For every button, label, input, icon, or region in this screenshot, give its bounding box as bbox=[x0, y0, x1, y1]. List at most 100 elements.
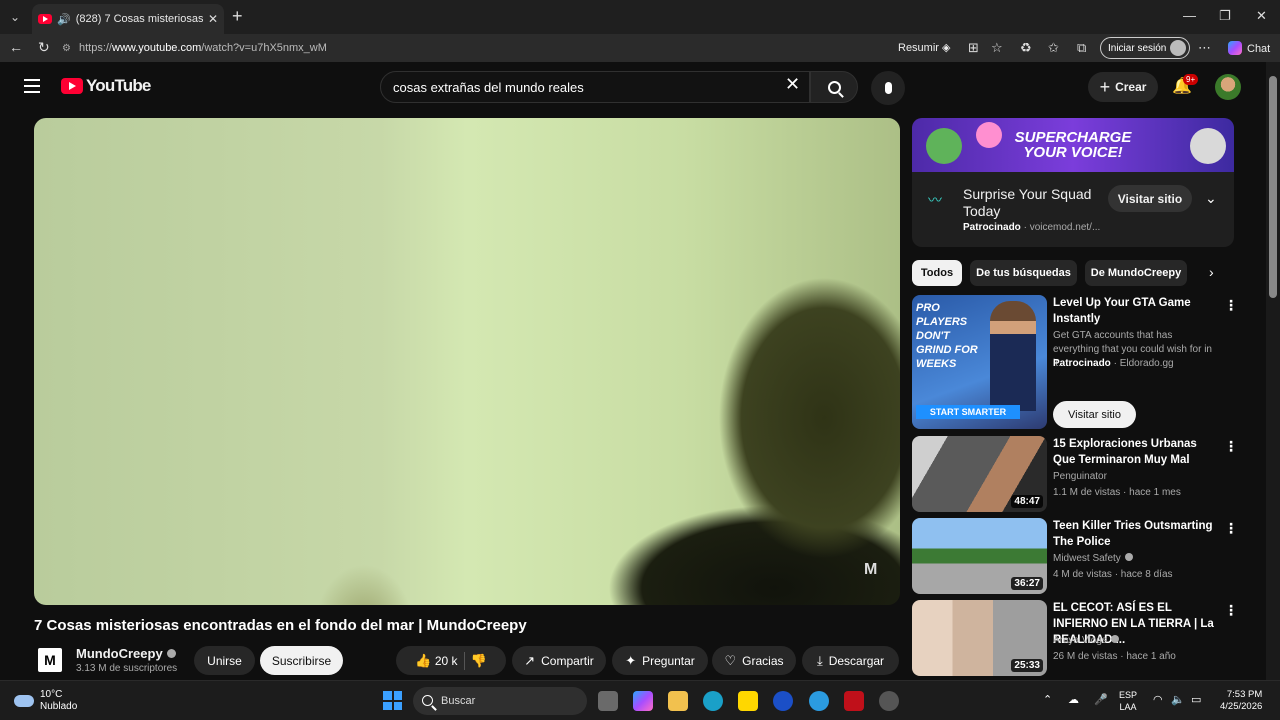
rec-channel-name: Midwest Safety bbox=[1053, 553, 1121, 564]
chevron-right-icon[interactable]: › bbox=[1209, 264, 1214, 280]
wifi-icon[interactable]: ◠ bbox=[1153, 693, 1163, 706]
more-vert-icon[interactable]: ⋮ bbox=[1224, 438, 1238, 455]
chip-from-searches[interactable]: De tus búsquedas bbox=[970, 260, 1077, 286]
video-player[interactable]: M bbox=[34, 118, 900, 605]
rec-thumbnail[interactable]: 48:47 bbox=[912, 436, 1047, 512]
hp-app-icon[interactable] bbox=[773, 691, 793, 711]
store-icon[interactable] bbox=[738, 691, 758, 711]
channel-watermark[interactable]: M bbox=[864, 561, 886, 581]
taskbar-search[interactable]: Buscar bbox=[413, 687, 587, 715]
recommendation-item[interactable]: 36:27 Teen Killer Tries Outsmarting The … bbox=[912, 518, 1238, 596]
edge-browser-icon[interactable] bbox=[703, 691, 723, 711]
rec-thumbnail[interactable]: PRO PLAYERS DON'T GRIND FOR WEEKS START … bbox=[912, 295, 1047, 429]
copilot-chat-button[interactable]: Chat bbox=[1228, 41, 1270, 55]
thanks-button[interactable]: ♡ Gracias bbox=[712, 646, 796, 675]
signin-button[interactable]: Iniciar sesión bbox=[1100, 37, 1190, 59]
recommendation-ad[interactable]: PRO PLAYERS DON'T GRIND FOR WEEKS START … bbox=[912, 295, 1238, 431]
mcafee-icon[interactable] bbox=[844, 691, 864, 711]
share-button[interactable]: ↗ Compartir bbox=[512, 646, 606, 675]
more-vert-icon[interactable]: ⋮ bbox=[1224, 520, 1238, 537]
thumbs-down-icon[interactable]: 👎 bbox=[471, 653, 487, 669]
onedrive-icon[interactable]: ☁ bbox=[1068, 693, 1079, 706]
video-actions-row: M MundoCreepy 3.13 M de suscriptores Uni… bbox=[34, 644, 900, 676]
system-clock[interactable]: 7:53 PM 4/25/2026 bbox=[1220, 689, 1262, 713]
recommendation-item[interactable]: 25:33 EL CECOT: ASÍ ES EL INFIERNO EN LA… bbox=[912, 600, 1238, 678]
tray-chevron-icon[interactable]: ⌃ bbox=[1043, 693, 1052, 706]
back-arrow-icon[interactable]: ← bbox=[9, 39, 23, 55]
chip-from-channel[interactable]: De MundoCreepy bbox=[1085, 260, 1187, 286]
like-button[interactable]: 👍 20 k bbox=[415, 653, 457, 669]
reload-icon[interactable]: ↻ bbox=[38, 39, 50, 56]
page-scrollbar[interactable] bbox=[1266, 62, 1280, 680]
summarize-button[interactable]: Resumir ◈ bbox=[898, 41, 950, 54]
task-view-icon[interactable] bbox=[598, 691, 618, 711]
tab-list-button[interactable]: ⌄ bbox=[0, 0, 30, 34]
ad-banner[interactable]: SUPERCHARGE YOUR VOICE! bbox=[912, 118, 1234, 172]
divider bbox=[463, 651, 465, 670]
youtube-logo[interactable]: YouTube bbox=[61, 76, 151, 96]
more-vert-icon[interactable]: ⋮ bbox=[1224, 602, 1238, 619]
ad-title[interactable]: Surprise Your Squad Today bbox=[963, 186, 1103, 220]
visit-site-button[interactable]: Visitar sitio bbox=[1108, 185, 1192, 212]
copilot-app-icon[interactable] bbox=[633, 691, 653, 711]
rec-channel[interactable]: Araya Vlogs bbox=[1053, 635, 1119, 646]
channel-avatar[interactable]: M bbox=[38, 648, 62, 672]
chip-all[interactable]: Todos bbox=[912, 260, 962, 286]
search-input[interactable]: cosas extrañas del mundo reales bbox=[380, 71, 810, 103]
rec-thumbnail[interactable]: 25:33 bbox=[912, 600, 1047, 676]
account-avatar[interactable] bbox=[1215, 74, 1241, 100]
voice-search-button[interactable] bbox=[871, 71, 905, 105]
join-button[interactable]: Unirse bbox=[194, 646, 255, 675]
volume-icon[interactable]: 🔈 bbox=[1171, 693, 1185, 706]
rec-meta: 26 M de vistas · hace 1 año bbox=[1053, 651, 1176, 662]
new-tab-button[interactable]: + bbox=[232, 6, 243, 27]
ask-button[interactable]: ✦ Preguntar bbox=[612, 646, 708, 675]
create-button[interactable]: + Crear bbox=[1088, 72, 1158, 102]
browser-essentials-icon[interactable]: ♻ bbox=[1020, 40, 1032, 56]
collections-icon[interactable]: ⧉ bbox=[1077, 40, 1086, 56]
thumb-text: PRO PLAYERS DON'T GRIND FOR WEEKS bbox=[916, 302, 978, 370]
ad-meta: Patrocinado · voicemod.net/... bbox=[963, 222, 1101, 233]
settings-gear-icon[interactable] bbox=[879, 691, 899, 711]
clear-search-icon[interactable]: ✕ bbox=[785, 74, 800, 95]
file-explorer-icon[interactable] bbox=[668, 691, 688, 711]
rec-title[interactable]: Level Up Your GTA Game Instantly bbox=[1053, 295, 1215, 327]
speaker-icon[interactable]: 🔊 bbox=[57, 13, 71, 26]
filter-chips: Todos De tus búsquedas De MundoCreepy › bbox=[912, 260, 1234, 288]
verified-icon bbox=[166, 649, 176, 658]
favorite-star-icon[interactable]: ☆ bbox=[991, 40, 1003, 56]
search-icon bbox=[827, 80, 841, 94]
search-button[interactable] bbox=[810, 71, 858, 103]
more-options-icon[interactable]: ⋯ bbox=[1198, 40, 1211, 56]
chevron-down-icon[interactable]: ⌄ bbox=[1205, 190, 1217, 207]
menu-icon[interactable] bbox=[24, 79, 40, 93]
sponsored-ad-card[interactable]: SUPERCHARGE YOUR VOICE! 〰 Surprise Your S… bbox=[912, 118, 1234, 247]
maximize-button[interactable]: ❐ bbox=[1219, 8, 1231, 24]
close-window-button[interactable]: ✕ bbox=[1256, 8, 1267, 24]
subscribe-button[interactable]: Suscribirse bbox=[260, 646, 343, 675]
close-tab-icon[interactable]: ✕ bbox=[208, 12, 218, 26]
weather-widget[interactable]: 10°C Nublado bbox=[14, 689, 77, 713]
microphone-tray-icon[interactable]: 🎤 bbox=[1094, 693, 1108, 706]
more-vert-icon[interactable]: ⋮ bbox=[1224, 297, 1238, 314]
input-language[interactable]: ESP LAA bbox=[1119, 689, 1137, 713]
clock-date: 4/25/2026 bbox=[1220, 701, 1263, 712]
rec-visit-site-button[interactable]: Visitar sitio bbox=[1053, 401, 1136, 428]
rec-title[interactable]: Teen Killer Tries Outsmarting The Police bbox=[1053, 518, 1215, 550]
browser-tab-youtube[interactable]: 🔊 (828) 7 Cosas misteriosas enc ✕ bbox=[32, 4, 224, 34]
recommendation-item[interactable]: 48:47 15 Exploraciones Urbanas Que Termi… bbox=[912, 436, 1238, 514]
app-available-icon[interactable]: ⊞ bbox=[968, 40, 979, 56]
rec-channel[interactable]: Midwest Safety bbox=[1053, 553, 1133, 564]
rec-channel[interactable]: Penguinator bbox=[1053, 471, 1107, 482]
download-button[interactable]: ⤓ Descargar bbox=[802, 646, 899, 675]
favorites-icon[interactable]: ✩ bbox=[1048, 40, 1059, 56]
rec-thumbnail[interactable]: 36:27 bbox=[912, 518, 1047, 594]
app-icon[interactable] bbox=[809, 691, 829, 711]
site-info-icon[interactable]: ⚙ bbox=[62, 43, 71, 54]
minimize-button[interactable]: — bbox=[1183, 8, 1196, 23]
rec-title[interactable]: 15 Exploraciones Urbanas Que Terminaron … bbox=[1053, 436, 1215, 468]
channel-name[interactable]: MundoCreepy bbox=[76, 646, 176, 661]
scroll-thumb[interactable] bbox=[1269, 76, 1277, 298]
battery-icon[interactable]: ▭ bbox=[1191, 693, 1201, 706]
start-button[interactable] bbox=[383, 691, 402, 710]
